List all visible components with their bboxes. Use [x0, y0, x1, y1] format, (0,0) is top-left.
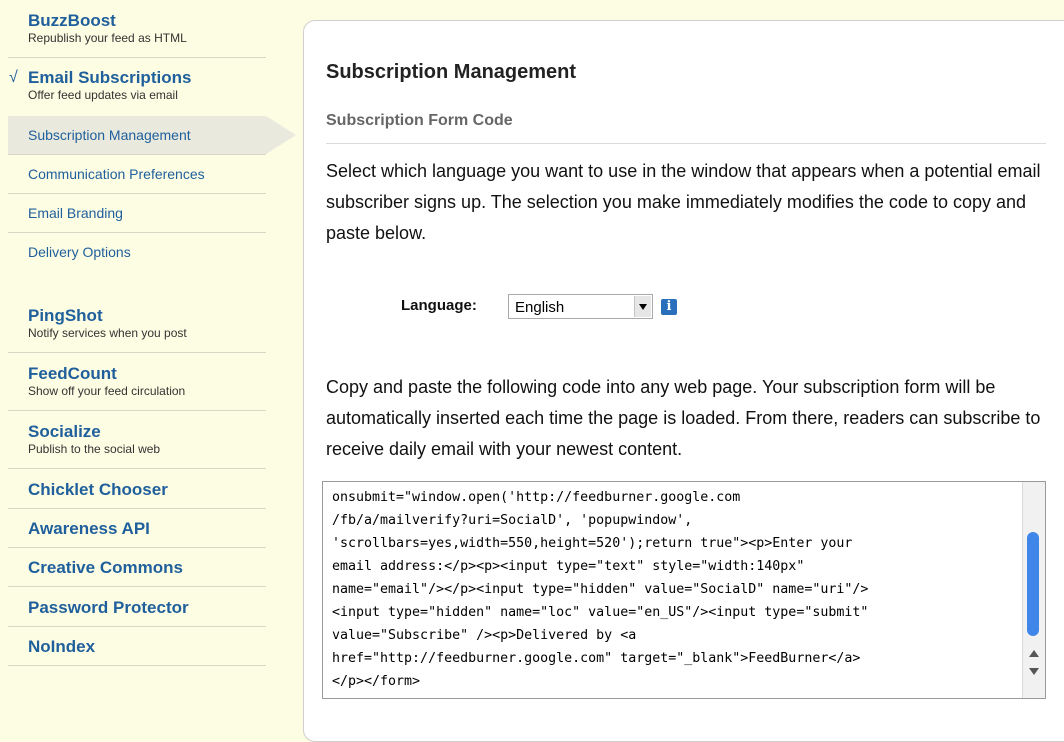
sidebar-item-subscription-management[interactable]: Subscription Management — [8, 116, 296, 154]
sidebar-item-label[interactable]: Email Branding — [28, 205, 123, 221]
sidebar-item-email-branding[interactable]: Email Branding — [8, 194, 266, 232]
chevron-down-icon[interactable] — [634, 296, 651, 317]
nav-email-title[interactable]: Email Subscriptions — [28, 68, 191, 88]
info-icon[interactable]: i — [661, 299, 677, 315]
nav-awareness-api-title[interactable]: Awareness API — [28, 519, 150, 539]
sidebar-item-communication-preferences[interactable]: Communication Preferences — [8, 155, 266, 193]
sidebar-item-delivery-options[interactable]: Delivery Options — [8, 233, 266, 271]
code-textarea[interactable]: onsubmit="window.open('http://feedburner… — [322, 481, 1046, 699]
nav-noindex-title[interactable]: NoIndex — [28, 637, 95, 657]
nav-chicklet-chooser-title[interactable]: Chicklet Chooser — [28, 480, 168, 500]
nav-socialize-title[interactable]: Socialize — [28, 422, 101, 442]
copy-instructions-text: Copy and paste the following code into a… — [326, 377, 1041, 459]
nav-buzzboost-desc: Republish your feed as HTML — [28, 31, 187, 45]
divider — [8, 57, 266, 58]
divider — [8, 352, 266, 353]
nav-password-protector-title[interactable]: Password Protector — [28, 598, 189, 618]
scroll-up-icon[interactable] — [1029, 650, 1039, 657]
nav-feedcount-desc: Show off your feed circulation — [28, 384, 186, 398]
sidebar-item-label[interactable]: Subscription Management — [28, 127, 191, 143]
divider — [8, 410, 266, 411]
active-arrow-icon — [266, 116, 296, 154]
divider — [8, 468, 266, 469]
page-title: Subscription Management — [326, 61, 577, 83]
divider — [8, 508, 266, 509]
divider — [8, 547, 266, 548]
nav-email-desc: Offer feed updates via email — [28, 88, 178, 102]
intro-text: Select which language you want to use in… — [326, 161, 1041, 243]
sidebar-item-label[interactable]: Communication Preferences — [28, 166, 205, 182]
language-select[interactable]: English — [508, 294, 653, 319]
main-panel: Subscription Management Subscription For… — [303, 20, 1064, 742]
scroll-down-icon[interactable] — [1029, 668, 1039, 675]
sidebar-item-label[interactable]: Delivery Options — [28, 244, 131, 260]
nav-pingshot-title[interactable]: PingShot — [28, 306, 103, 326]
section-divider — [326, 143, 1046, 144]
scroll-thumb[interactable] — [1027, 532, 1039, 636]
divider — [8, 586, 266, 587]
nav-feedcount-title[interactable]: FeedCount — [28, 364, 117, 384]
nav-socialize-desc: Publish to the social web — [28, 442, 161, 456]
divider — [8, 665, 266, 666]
nav-creative-commons-title[interactable]: Creative Commons — [28, 558, 183, 578]
checkmark-icon: √ — [9, 69, 18, 86]
section-title: Subscription Form Code — [326, 112, 513, 129]
language-label: Language: — [401, 297, 477, 314]
scrollbar[interactable] — [1022, 482, 1045, 698]
language-select-value[interactable]: English — [515, 299, 564, 316]
divider — [8, 626, 266, 627]
code-text[interactable]: onsubmit="window.open('http://feedburner… — [332, 486, 1012, 693]
nav-pingshot-desc: Notify services when you post — [28, 326, 187, 340]
nav-buzzboost-title[interactable]: BuzzBoost — [28, 11, 116, 31]
